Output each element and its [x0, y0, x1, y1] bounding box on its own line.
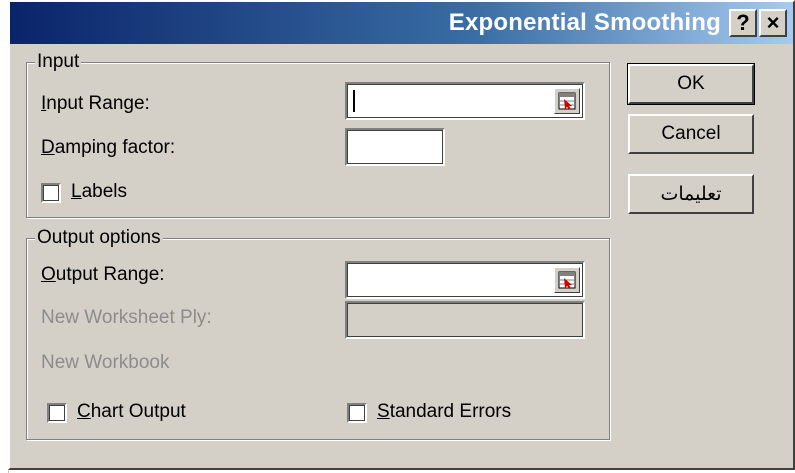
standard-errors-label[interactable]: Standard Errors — [377, 401, 511, 423]
close-icon: × — [766, 10, 780, 35]
text-caret — [353, 90, 355, 112]
output-range-field[interactable] — [345, 261, 585, 299]
standard-errors-checkbox[interactable] — [347, 403, 367, 423]
input-range-field[interactable] — [345, 82, 585, 120]
exponential-smoothing-dialog: Exponential Smoothing ? × Input Input Ra… — [8, 0, 795, 470]
new-workbook-label: New Workbook — [41, 352, 170, 373]
input-group: Input Input Range: Damping factor: Label… — [26, 51, 610, 218]
output-range-selector-button[interactable] — [554, 267, 580, 293]
damping-factor-field[interactable] — [345, 128, 445, 166]
range-select-icon — [558, 271, 576, 289]
labels-checkbox-label[interactable]: Labels — [71, 181, 127, 203]
damping-factor-label: Damping factor: — [41, 137, 176, 158]
output-range-label: Output Range: — [41, 264, 165, 285]
question-icon: ? — [736, 10, 750, 35]
ok-button[interactable]: OK — [627, 63, 755, 105]
chart-output-checkbox[interactable] — [47, 403, 67, 423]
range-select-icon — [558, 92, 576, 110]
new-worksheet-ply-field — [345, 301, 585, 339]
title-bar: Exponential Smoothing ? × — [10, 2, 793, 44]
new-worksheet-ply-label: New Worksheet Ply: — [41, 307, 212, 328]
input-group-legend: Input — [35, 51, 82, 73]
output-options-group: Output options Output Range: New Workshe… — [26, 227, 610, 440]
labels-checkbox[interactable] — [41, 183, 61, 203]
dialog-title: Exponential Smoothing — [448, 9, 721, 36]
output-group-legend: Output options — [35, 227, 163, 249]
close-button[interactable]: × — [759, 9, 787, 37]
cancel-button[interactable]: Cancel — [628, 114, 754, 154]
input-range-label: Input Range: — [41, 93, 150, 114]
help-title-button[interactable]: ? — [729, 9, 757, 37]
input-range-selector-button[interactable] — [554, 88, 580, 114]
help-button[interactable]: تعليمات — [628, 174, 754, 214]
chart-output-label[interactable]: Chart Output — [77, 401, 186, 423]
